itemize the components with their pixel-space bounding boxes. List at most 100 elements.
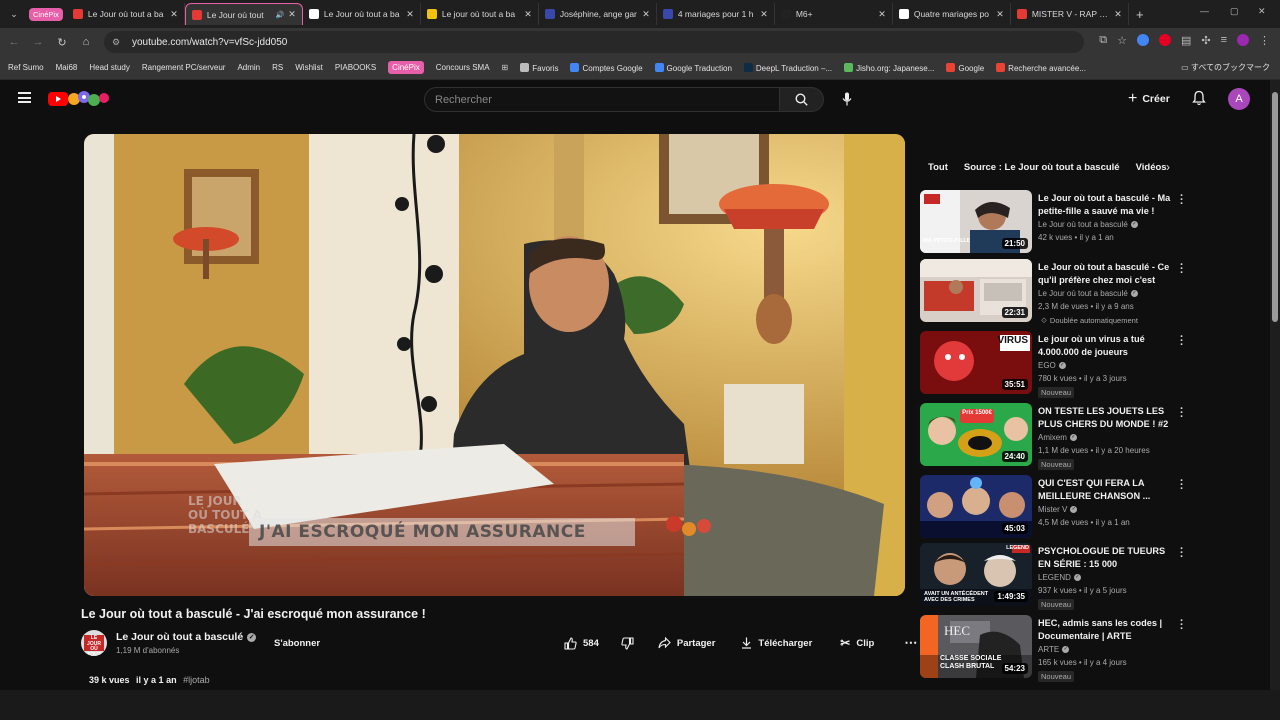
- browser-tab[interactable]: Le jour où tout a ba ✕: [421, 3, 539, 25]
- install-app-icon[interactable]: ⧉: [1099, 34, 1107, 47]
- close-tab-icon[interactable]: ✕: [170, 9, 178, 20]
- profile-icon[interactable]: [1237, 34, 1249, 46]
- bookmark-item[interactable]: Jisho.org: Japanese...: [844, 62, 934, 73]
- page-scrollbar[interactable]: [1270, 80, 1280, 690]
- recommended-video-title[interactable]: Le jour où un virus a tué 4.000.000 de j…: [1038, 333, 1176, 359]
- more-options-icon[interactable]: · · ·: [1180, 616, 1184, 635]
- like-button[interactable]: 584: [564, 636, 599, 650]
- account-avatar[interactable]: A: [1228, 88, 1250, 110]
- recommended-video-title[interactable]: QUI C'EST QUI FERA LA MEILLEURE CHANSON …: [1038, 477, 1176, 503]
- bookmark-item[interactable]: Ref Sumo: [8, 63, 44, 72]
- extensions-puzzle-icon[interactable]: ✣: [1201, 34, 1210, 47]
- browser-menu-icon[interactable]: ⋮: [1259, 34, 1270, 47]
- recommended-video[interactable]: HEC CLASSE SOCIALE CLASH BRUTAL 54:23 HEC…: [920, 615, 1190, 682]
- scrollbar-thumb[interactable]: [1272, 92, 1278, 322]
- more-options-icon[interactable]: · · ·: [1180, 332, 1184, 351]
- recommended-video-title[interactable]: ON TESTE LES JOUETS LES PLUS CHERS DU MO…: [1038, 405, 1176, 431]
- browser-tab[interactable]: Le Jour où tout a ba ✕: [303, 3, 421, 25]
- site-info-icon[interactable]: ⚙: [112, 37, 126, 48]
- youtube-doodle-logo[interactable]: [48, 88, 112, 110]
- close-tab-icon[interactable]: ✕: [878, 9, 886, 20]
- browser-tab[interactable]: Le Jour où tout 🔊 ✕: [184, 3, 303, 25]
- recommended-video[interactable]: Prix 1500€ 24:40 ON TESTE LES JOUETS LES…: [920, 403, 1190, 470]
- filter-chip[interactable]: Source : Le Jour où tout a basculé: [956, 159, 1128, 176]
- recommended-channel[interactable]: Le Jour où tout a basculé ✓: [1038, 220, 1138, 229]
- video-thumbnail[interactable]: VIRUS 35:51: [920, 331, 1032, 394]
- media-control-icon[interactable]: ≡: [1221, 34, 1227, 47]
- channel-avatar[interactable]: LE JOUROÙ TOUTBASCULÉ: [81, 630, 107, 656]
- bookmark-star-icon[interactable]: ☆: [1117, 34, 1127, 47]
- bookmark-item[interactable]: Rangement PC/serveur: [142, 63, 226, 72]
- recommended-channel[interactable]: EGO ✓: [1038, 361, 1066, 370]
- recommended-video-title[interactable]: PSYCHOLOGUE DE TUEURS EN SÉRIE : 15 000 …: [1038, 545, 1176, 571]
- home-icon[interactable]: ⌂: [74, 36, 98, 48]
- recommended-channel[interactable]: Mister V ✓: [1038, 505, 1078, 514]
- address-bar[interactable]: ⚙ youtube.com/watch?v=vfSc-jdd050: [104, 31, 1084, 53]
- menu-icon[interactable]: [18, 92, 31, 103]
- close-tab-icon[interactable]: ✕: [524, 9, 532, 20]
- more-options-icon[interactable]: · · ·: [1180, 476, 1184, 495]
- more-options-icon[interactable]: · · ·: [1180, 191, 1184, 210]
- notifications-bell-icon[interactable]: [1192, 90, 1206, 106]
- maximize-icon[interactable]: ▢: [1230, 6, 1239, 17]
- bookmark-item[interactable]: DeepL Traduction –...: [743, 62, 832, 73]
- create-button[interactable]: + Créer: [1128, 89, 1170, 109]
- voice-search-button[interactable]: [836, 88, 858, 110]
- browser-tab[interactable]: Joséphine, ange gar ✕: [539, 3, 657, 25]
- bookmark-item[interactable]: Comptes Google: [570, 62, 643, 73]
- recommended-channel[interactable]: LEGEND ✓: [1038, 573, 1081, 582]
- more-options-icon[interactable]: · · ·: [1180, 404, 1184, 423]
- search-input[interactable]: Rechercher: [424, 87, 780, 112]
- bookmark-item[interactable]: Recherche avancée...: [996, 62, 1086, 73]
- recommended-video-title[interactable]: HEC, admis sans les codes | Documentaire…: [1038, 617, 1176, 643]
- minimize-icon[interactable]: —: [1200, 6, 1209, 16]
- reload-icon[interactable]: ↻: [50, 36, 74, 49]
- search-button[interactable]: [780, 87, 824, 112]
- recommended-video[interactable]: MA PETITE-FILLE 21:50 Le Jour où tout a …: [920, 190, 1190, 254]
- browser-tab[interactable]: Le Jour où tout a ba ✕: [67, 3, 185, 25]
- forward-icon[interactable]: →: [26, 36, 50, 48]
- more-options-icon[interactable]: · · ·: [1180, 544, 1184, 563]
- close-tab-icon[interactable]: ✕: [996, 9, 1004, 20]
- video-description-meta[interactable]: 39 k vues il y a 1 an #ljotab: [89, 675, 210, 685]
- pinterest-extension-icon[interactable]: [1158, 34, 1171, 46]
- tab-search-icon[interactable]: ⌄: [3, 3, 25, 25]
- extension-icon[interactable]: ▤: [1181, 34, 1191, 47]
- filter-chip[interactable]: Tout: [920, 159, 956, 176]
- browser-tab[interactable]: MISTER V - RAP VS ✕: [1011, 3, 1129, 25]
- tab-audio-icon[interactable]: 🔊: [276, 11, 285, 19]
- close-tab-icon[interactable]: ✕: [1114, 9, 1122, 20]
- bookmark-item[interactable]: Google: [946, 62, 984, 73]
- close-tab-icon[interactable]: ✕: [288, 9, 296, 20]
- video-thumbnail[interactable]: 45:03: [920, 475, 1032, 538]
- download-button[interactable]: Télécharger: [741, 637, 812, 649]
- bookmark-item[interactable]: Admin: [237, 63, 260, 72]
- hashtag-link[interactable]: #ljotab: [183, 675, 210, 685]
- recommended-channel[interactable]: Le Jour où tout a basculé ✓: [1038, 289, 1138, 298]
- subscribe-button[interactable]: S'abonner: [264, 633, 330, 653]
- bookmark-item[interactable]: Wishlist: [295, 63, 323, 72]
- back-icon[interactable]: ←: [2, 36, 26, 48]
- video-thumbnail[interactable]: MA PETITE-FILLE 21:50: [920, 190, 1032, 253]
- bookmark-item[interactable]: Google Traduction: [654, 62, 732, 73]
- video-thumbnail[interactable]: 22:31: [920, 259, 1032, 322]
- apps-grid-icon[interactable]: ⊞: [502, 63, 509, 72]
- more-options-icon[interactable]: · · ·: [1180, 260, 1184, 279]
- share-button[interactable]: Partager: [658, 637, 715, 649]
- browser-tab[interactable]: Quatre mariages po ✕: [893, 3, 1011, 25]
- bookmark-item[interactable]: Concours SMA: [436, 63, 490, 72]
- bookmark-item[interactable]: PIABOOKS: [335, 63, 376, 72]
- bookmark-item[interactable]: Head study: [89, 63, 129, 72]
- recommended-video[interactable]: LEGEND AVAIT UN ANTÉCÉDENT AVEC DES CRIME…: [920, 543, 1190, 610]
- recommended-video[interactable]: VIRUS 35:51 Le jour où un virus a tué 4.…: [920, 331, 1190, 398]
- bookmark-item[interactable]: Favoris: [520, 62, 558, 73]
- browser-tab[interactable]: M6+ ✕: [775, 3, 893, 25]
- all-bookmarks-folder[interactable]: ▭ すべてのブックマーク: [1181, 62, 1270, 73]
- close-tab-icon[interactable]: ✕: [406, 9, 414, 20]
- clip-button[interactable]: ✂ Clip: [840, 636, 874, 650]
- recommended-channel[interactable]: Amixem ✓: [1038, 433, 1077, 442]
- chevron-right-icon[interactable]: ›: [1166, 160, 1170, 174]
- close-tab-icon[interactable]: ✕: [642, 9, 650, 20]
- bookmark-item[interactable]: RS: [272, 63, 283, 72]
- browser-tab[interactable]: 4 mariages pour 1 h ✕: [657, 3, 775, 25]
